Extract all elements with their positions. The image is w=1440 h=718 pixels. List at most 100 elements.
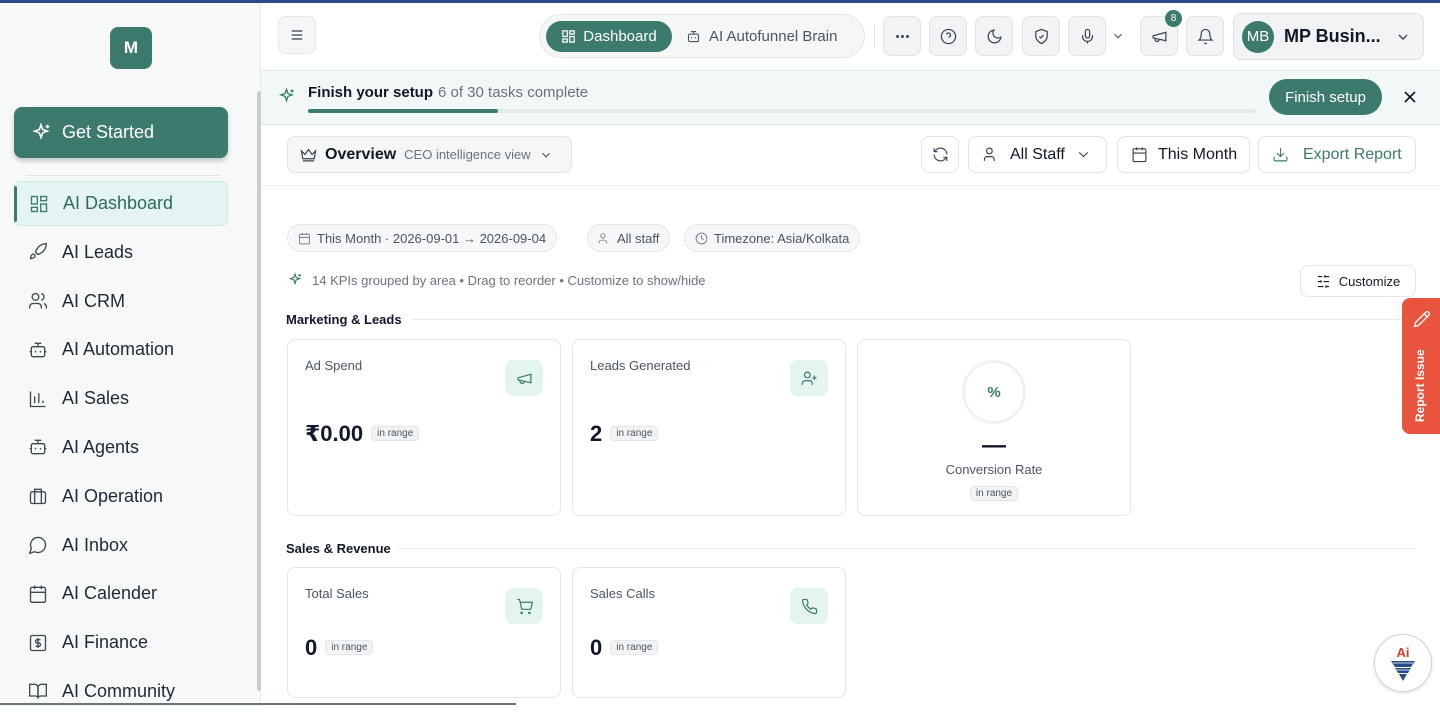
sidebar-item-ai-crm[interactable]: AI CRM	[14, 279, 228, 324]
setup-banner: Finish your setup 6 of 30 tasks complete…	[261, 70, 1440, 125]
bell-icon	[1196, 28, 1214, 44]
menu-toggle-button[interactable]	[278, 16, 316, 54]
period-filter-dropdown[interactable]: This Month	[1117, 136, 1250, 173]
sidebar-item-ai-sales[interactable]: AI Sales	[14, 376, 228, 421]
view-selector[interactable]: Overview CEO intelligence view	[287, 136, 572, 173]
sidebar-item-ai-dashboard[interactable]: AI Dashboard	[14, 181, 228, 226]
export-report-button[interactable]: Export Report	[1258, 136, 1416, 173]
sidebar-item-ai-automation[interactable]: AI Automation	[14, 327, 228, 372]
staff-chip: All staff	[587, 224, 671, 252]
bot-icon	[687, 30, 700, 43]
period-filter-value: This Month	[1158, 145, 1238, 163]
avatar: MB	[1242, 20, 1274, 53]
header-divider	[874, 24, 875, 48]
date-range-chip: This Month · 2026-09-01 → 2026-09-04	[287, 224, 558, 252]
kpi-value: ₹0.00 in range	[305, 421, 420, 447]
sidebar-item-ai-leads[interactable]: AI Leads	[14, 230, 228, 275]
chat-icon	[28, 536, 47, 555]
bot-icon	[29, 440, 47, 455]
in-range-badge: in range	[610, 425, 659, 441]
kpi-value-text: ₹0.00	[305, 421, 364, 446]
refresh-button[interactable]	[921, 136, 959, 173]
timezone-text: Timezone: Asia/Kolkata	[714, 230, 850, 246]
rocket-icon	[29, 243, 48, 260]
kpi-card-total-sales[interactable]: Total Sales 0 in range	[287, 567, 561, 698]
kpi-card-conversion-rate[interactable]: % — Conversion Rate in range	[857, 339, 1131, 516]
kpi-card-leads-generated[interactable]: Leads Generated 2 in range	[572, 339, 846, 516]
sidebar-item-label: AI Sales	[62, 388, 130, 409]
sidebar-item-ai-calender[interactable]: AI Calender	[14, 571, 228, 616]
tab-dashboard-label: Dashboard	[583, 28, 657, 45]
megaphone-icon	[1152, 30, 1166, 42]
chevron-down-icon	[541, 152, 550, 158]
sidebar-item-label: AI Operation	[62, 485, 164, 506]
section-divider	[398, 548, 1416, 549]
tab-dashboard[interactable]: Dashboard	[546, 21, 672, 52]
dark-mode-button[interactable]	[975, 16, 1013, 56]
kpi-card-ad-spend[interactable]: Ad Spend ₹0.00 in range	[287, 339, 561, 516]
get-started-button[interactable]: Get Started	[14, 107, 228, 158]
help-button[interactable]	[929, 16, 967, 56]
kpi-value: —	[982, 432, 1006, 459]
tab-brain-label: AI Autofunnel Brain	[709, 28, 838, 45]
sidebar: M Get Started AI Dashboard AI Leads AI C…	[0, 3, 261, 706]
finish-setup-button[interactable]: Finish setup	[1269, 79, 1382, 115]
help-circle-icon	[940, 28, 956, 44]
close-icon[interactable]	[1400, 87, 1420, 107]
sidebar-item-ai-operation[interactable]: AI Operation	[14, 474, 228, 519]
cart-icon	[505, 588, 543, 624]
setup-title: Finish your setup	[308, 84, 434, 101]
hamburger-icon	[291, 30, 303, 40]
in-range-badge: in range	[969, 486, 1019, 501]
bot-icon	[29, 342, 47, 358]
sidebar-item-ai-inbox[interactable]: AI Inbox	[14, 523, 228, 568]
users-icon	[983, 147, 995, 161]
workspace-logo[interactable]: M	[110, 27, 152, 69]
chevron-down-icon	[1078, 151, 1088, 158]
sidebar-scrollbar[interactable]	[257, 91, 261, 691]
header-tabs: Dashboard AI Autofunnel Brain	[539, 14, 865, 58]
sidebar-item-ai-finance[interactable]: AI Finance	[14, 620, 228, 665]
kpi-card-sales-calls[interactable]: Sales Calls 0 in range	[572, 567, 846, 698]
refresh-icon	[933, 147, 947, 162]
customize-button[interactable]: Customize	[1300, 265, 1416, 297]
ai-assistant-logo-icon: Ai	[1391, 645, 1415, 681]
report-issue-button[interactable]: Report Issue	[1402, 298, 1440, 434]
export-report-label: Export Report	[1303, 145, 1402, 163]
more-horizontal-icon	[895, 34, 909, 38]
voice-button[interactable]	[1068, 16, 1106, 56]
sidebar-item-ai-agents[interactable]: AI Agents	[14, 425, 228, 470]
download-icon	[1273, 148, 1288, 162]
customize-label: Customize	[1338, 273, 1401, 289]
ai-assistant-button[interactable]: Ai	[1374, 634, 1432, 692]
dollar-icon	[29, 634, 47, 651]
sparkle-icon	[32, 121, 50, 140]
sidebar-item-label: AI Automation	[62, 339, 175, 360]
user-menu[interactable]: MB MP Busin...	[1233, 13, 1424, 60]
get-started-label: Get Started	[62, 122, 155, 142]
more-button[interactable]	[883, 16, 921, 56]
chevron-down-icon[interactable]	[1111, 29, 1125, 43]
calendar-icon	[1132, 147, 1147, 163]
pencil-icon	[1413, 311, 1430, 328]
grid-icon	[30, 195, 48, 212]
kpi-label: Ad Spend	[305, 358, 363, 373]
kpi-value-text: 0	[305, 635, 318, 660]
kpi-label: Total Sales	[305, 586, 369, 601]
svg-text:Ai: Ai	[1397, 645, 1410, 660]
sidebar-item-label: AI Leads	[62, 241, 134, 262]
announcements-button[interactable]: 8	[1140, 10, 1182, 56]
tab-autofunnel-brain[interactable]: AI Autofunnel Brain	[686, 21, 837, 52]
sidebar-item-label: AI Community	[62, 680, 176, 701]
phone-icon	[790, 588, 828, 624]
kpi-value-text: 0	[590, 635, 603, 660]
setup-progress-text: 6 of 30 tasks complete	[438, 84, 589, 101]
kpi-value-text: 2	[590, 421, 603, 446]
staff-filter-dropdown[interactable]: All Staff	[968, 136, 1107, 173]
sidebar-item-label: AI Calender	[62, 583, 158, 604]
view-subtitle: CEO intelligence view	[404, 147, 531, 162]
notifications-button[interactable]	[1186, 16, 1224, 56]
bottom-edge-line	[0, 703, 516, 705]
security-button[interactable]	[1022, 16, 1060, 56]
sidebar-item-ai-community[interactable]: AI Community	[14, 669, 228, 714]
